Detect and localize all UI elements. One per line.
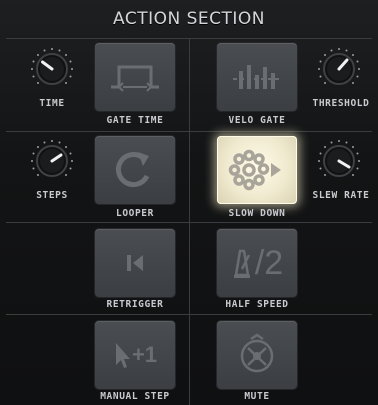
half-speed-glyph: /2 xyxy=(254,244,284,282)
action-section-panel: ACTION SECTION TIME THRESHOLD STEPS SLEW… xyxy=(0,0,378,405)
time-knob[interactable] xyxy=(29,46,75,92)
velo-gate-button[interactable] xyxy=(217,43,297,111)
looper-label: LOOPER xyxy=(116,208,154,219)
retrigger-button[interactable] xyxy=(95,229,175,297)
mute-button[interactable] xyxy=(217,321,297,389)
gate-time-icon xyxy=(111,65,159,92)
knob-icon xyxy=(31,48,73,85)
knob-icon xyxy=(31,140,73,177)
velo-gate-label: VELO GATE xyxy=(228,115,286,126)
mute-label: MUTE xyxy=(244,391,270,402)
mute-icon xyxy=(240,333,274,373)
half-speed-label: HALF SPEED xyxy=(225,299,289,310)
velo-gate-icon xyxy=(233,65,281,89)
metronome-icon xyxy=(233,249,250,278)
manual-step-button[interactable]: +1 xyxy=(95,321,175,389)
retrigger-label: RETRIGGER xyxy=(106,299,164,310)
gate-time-button[interactable] xyxy=(95,43,175,111)
slow-down-label: SLOW DOWN xyxy=(228,208,286,219)
cursor-icon xyxy=(115,343,130,368)
slow-down-button[interactable] xyxy=(217,136,297,204)
retrigger-icon xyxy=(127,255,143,271)
threshold-label: THRESHOLD xyxy=(312,98,370,109)
looper-button[interactable] xyxy=(95,136,175,204)
half-speed-button[interactable]: /2 xyxy=(217,229,297,297)
threshold-knob[interactable] xyxy=(316,46,362,92)
time-label: TIME xyxy=(39,98,65,109)
manual-step-label: MANUAL STEP xyxy=(100,391,170,402)
steps-knob[interactable] xyxy=(29,138,75,184)
section-title: ACTION SECTION xyxy=(113,9,265,29)
gate-time-label: GATE TIME xyxy=(106,115,164,126)
knob-icon xyxy=(318,140,360,177)
manual-step-glyph: +1 xyxy=(131,342,158,367)
divider xyxy=(189,38,190,405)
slow-down-icon xyxy=(228,149,281,191)
loop-arrow-icon xyxy=(115,152,150,187)
knob-icon xyxy=(318,48,360,85)
slew-rate-label: SLEW RATE xyxy=(312,190,370,201)
steps-label: STEPS xyxy=(36,190,68,201)
slew-rate-knob[interactable] xyxy=(316,138,362,184)
